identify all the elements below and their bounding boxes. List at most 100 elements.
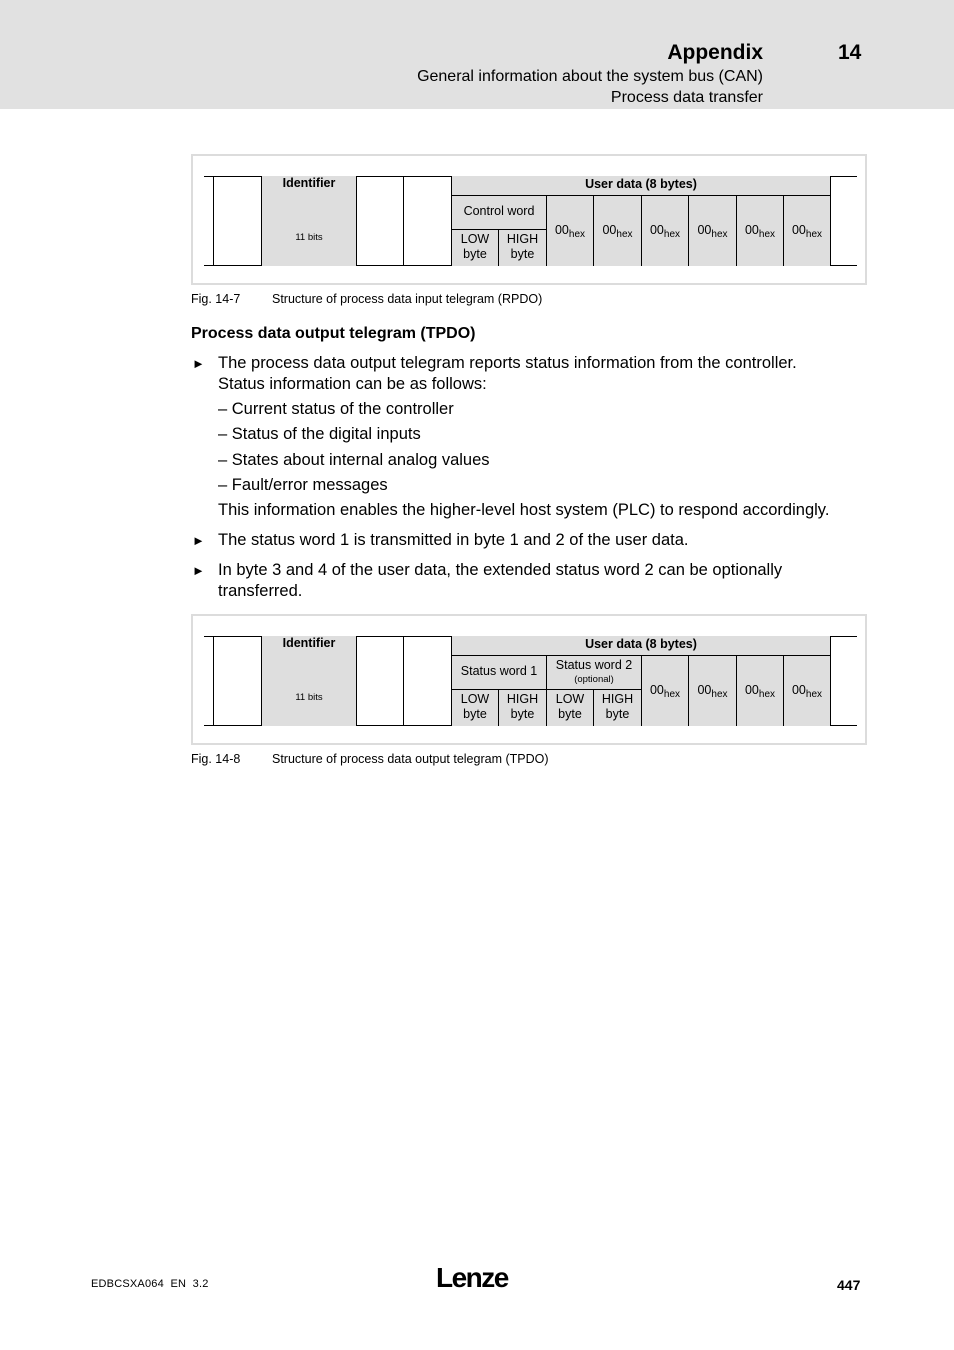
byte-value: 00hex bbox=[689, 683, 736, 702]
byte-value-unit: hex bbox=[758, 689, 776, 700]
bullet-1-line-1: The process data output telegram reports… bbox=[218, 354, 797, 372]
control-word-label: Control word bbox=[463, 204, 535, 218]
chapter-number: 14 bbox=[838, 41, 862, 64]
field-start bbox=[213, 636, 261, 726]
field-control bbox=[403, 636, 451, 726]
byte-value: 00hex bbox=[689, 223, 736, 242]
low-byte-cell: LOW byte bbox=[451, 230, 498, 266]
header-subtitle-1: General information about the system bus… bbox=[417, 68, 763, 85]
identifier-label: Identifier bbox=[282, 176, 336, 190]
byte-value-number: 00 bbox=[791, 683, 806, 697]
field-rtr bbox=[356, 636, 403, 726]
caption-text: Structure of process data output telegra… bbox=[272, 752, 549, 766]
header-subtitle-2: Process data transfer bbox=[610, 89, 763, 106]
low-byte-cell: LOW byte bbox=[451, 690, 498, 726]
status-word-2-label: Status word 2 bbox=[555, 658, 633, 672]
high-byte-line2: byte bbox=[510, 707, 535, 721]
bullet-3-line-1: In byte 3 and 4 of the user data, the ex… bbox=[218, 561, 783, 579]
field-control bbox=[403, 176, 451, 266]
bullet-2-text: The status word 1 is transmitted in byte… bbox=[218, 531, 689, 549]
byte-value: 00hex bbox=[784, 223, 830, 242]
page-header: Appendix 14 General information about th… bbox=[0, 0, 954, 109]
byte-value-number: 00 bbox=[697, 683, 712, 697]
byte-value-unit: hex bbox=[711, 689, 728, 700]
control-word-cell: Control word bbox=[451, 196, 546, 230]
byte-cell: 00hex bbox=[688, 656, 736, 726]
byte-value-unit: hex bbox=[805, 229, 823, 240]
byte-value-number: 00 bbox=[649, 683, 664, 697]
byte-cell: 00hex bbox=[736, 656, 783, 726]
user-data-header: User data (8 bytes) bbox=[451, 176, 831, 196]
bullet-1-line-2: Status information can be as follows: bbox=[218, 375, 487, 393]
low-byte-line1: LOW bbox=[460, 232, 490, 246]
status-word-1-label: Status word 1 bbox=[460, 664, 538, 678]
byte-value-number: 00 bbox=[744, 223, 759, 237]
byte-value-number: 00 bbox=[649, 223, 664, 237]
high-byte-cell: HIGH byte bbox=[593, 690, 641, 726]
byte-value-unit: hex bbox=[711, 229, 728, 240]
figure-caption-tpdo: Fig. 14-8 Structure of process data outpu… bbox=[191, 752, 549, 766]
byte-value-unit: hex bbox=[663, 689, 681, 700]
bullet-icon: ► bbox=[192, 356, 205, 371]
byte-value: 00hex bbox=[594, 223, 641, 242]
field-rtr bbox=[356, 176, 403, 266]
identifier-label: Identifier bbox=[282, 636, 336, 650]
byte-value-unit: hex bbox=[663, 229, 681, 240]
byte-value-number: 00 bbox=[554, 223, 569, 237]
lenze-logo: Lenze bbox=[436, 1262, 509, 1293]
low-byte-cell: LOW byte bbox=[546, 690, 593, 726]
bullet-icon: ► bbox=[192, 563, 205, 578]
byte-cell: 00hex bbox=[546, 196, 593, 266]
byte-value: 00hex bbox=[642, 683, 688, 702]
low-byte-line1: LOW bbox=[460, 692, 490, 706]
identifier-bits: 11 bits bbox=[295, 232, 323, 243]
byte-value-number: 00 bbox=[602, 223, 617, 237]
sub-item: – Fault/error messages bbox=[218, 476, 388, 494]
field-identifier: Identifier 11 bits bbox=[261, 636, 356, 726]
byte-value: 00hex bbox=[784, 683, 830, 702]
byte-cell: 00hex bbox=[783, 196, 831, 266]
status-word-2-cell: Status word 2 (optional) bbox=[546, 656, 641, 690]
high-byte-cell: HIGH byte bbox=[498, 690, 546, 726]
high-byte-cell: HIGH byte bbox=[498, 230, 546, 266]
byte-value-unit: hex bbox=[568, 229, 586, 240]
status-word-2-note: (optional) bbox=[574, 674, 614, 685]
low-byte-line2: byte bbox=[463, 707, 487, 721]
tpdo-telegram-diagram: Identifier 11 bits User data (8 bytes) S… bbox=[204, 636, 857, 727]
high-byte-line2: byte bbox=[605, 707, 630, 721]
byte-value-unit: hex bbox=[805, 689, 823, 700]
user-data-label: User data (8 bytes) bbox=[585, 637, 697, 651]
low-byte-line2: byte bbox=[558, 707, 582, 721]
low-byte-line1: LOW bbox=[555, 692, 585, 706]
status-word-1-cell: Status word 1 bbox=[451, 656, 546, 690]
byte-value-unit: hex bbox=[616, 229, 633, 240]
byte-value-number: 00 bbox=[697, 223, 712, 237]
byte-value-unit: hex bbox=[758, 229, 776, 240]
byte-cell: 00hex bbox=[593, 196, 641, 266]
document-id: EDBCSXA064 EN 3.2 bbox=[91, 1278, 209, 1290]
sub-item: – Status of the digital inputs bbox=[218, 425, 421, 443]
high-byte-line1: HIGH bbox=[506, 692, 539, 706]
rpdo-telegram-diagram: Identifier 11 bits User data (8 bytes) C… bbox=[204, 176, 857, 267]
field-start bbox=[213, 176, 261, 266]
header-title: Appendix bbox=[667, 41, 763, 64]
bullet-3-line-2: transferred. bbox=[218, 582, 303, 600]
byte-cell: 00hex bbox=[641, 196, 688, 266]
field-identifier: Identifier 11 bits bbox=[261, 176, 356, 266]
byte-value: 00hex bbox=[737, 683, 783, 702]
page-number: 447 bbox=[837, 1277, 861, 1293]
byte-cell: 00hex bbox=[641, 656, 688, 726]
low-byte-line2: byte bbox=[463, 247, 487, 261]
user-data-header: User data (8 bytes) bbox=[451, 636, 831, 656]
high-byte-line1: HIGH bbox=[506, 232, 539, 246]
high-byte-line1: HIGH bbox=[601, 692, 634, 706]
figure-caption-rpdo: Fig. 14-7 Structure of process data input… bbox=[191, 292, 542, 306]
caption-number: Fig. 14-8 bbox=[191, 752, 241, 766]
high-byte-line2: byte bbox=[510, 247, 535, 261]
bullet-icon: ► bbox=[192, 533, 205, 548]
byte-cell: 00hex bbox=[783, 656, 831, 726]
figure-rpdo: Identifier 11 bits User data (8 bytes) C… bbox=[191, 154, 867, 285]
byte-cell: 00hex bbox=[736, 196, 783, 266]
figure-tpdo: Identifier 11 bits User data (8 bytes) S… bbox=[191, 614, 867, 745]
bullet-1-tail: This information enables the higher-leve… bbox=[218, 501, 830, 519]
